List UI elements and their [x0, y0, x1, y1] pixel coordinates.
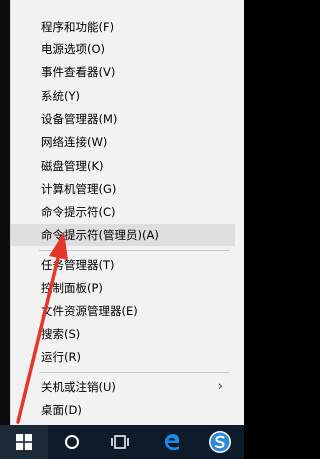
menu-separator [39, 250, 229, 251]
task-view-button[interactable] [96, 425, 144, 459]
menu-item-shutdown-signout[interactable]: 关机或注销(U) › [11, 376, 235, 398]
menu-item-device-manager[interactable]: 设备管理器(M) [11, 108, 235, 130]
menu-item-run[interactable]: 运行(R) [11, 346, 235, 368]
menu-item-disk-management[interactable]: 磁盘管理(K) [11, 155, 235, 177]
menu-item-file-explorer[interactable]: 文件资源管理器(E) [11, 300, 235, 322]
desktop-edge [0, 0, 10, 425]
menu-item-task-manager[interactable]: 任务管理器(T) [11, 254, 235, 276]
chevron-right-icon: › [217, 379, 223, 394]
menu-item-network-connections[interactable]: 网络连接(W) [11, 131, 235, 153]
menu-item-system[interactable]: 系统(Y) [11, 85, 235, 107]
windows-logo-icon [16, 434, 32, 450]
menu-item-power-options[interactable]: 电源选项(O) [11, 38, 235, 60]
start-button[interactable] [0, 425, 48, 459]
menu-item-command-prompt[interactable]: 命令提示符(C) [11, 201, 235, 223]
menu-item-event-viewer[interactable]: 事件查看器(V) [11, 61, 235, 83]
cortana-button[interactable] [48, 425, 96, 459]
menu-item-programs-features[interactable]: 程序和功能(F) [11, 16, 235, 38]
menu-item-command-prompt-admin[interactable]: 命令提示符(管理员)(A) [11, 224, 235, 246]
cortana-circle-icon [65, 435, 79, 449]
menu-item-label: 关机或注销(U) [41, 380, 116, 394]
menu-separator [39, 372, 229, 373]
taskbar [0, 425, 244, 459]
menu-item-search[interactable]: 搜索(S) [11, 323, 235, 345]
edge-browser-icon [165, 434, 180, 451]
edge-browser-button[interactable] [148, 425, 196, 459]
sogou-search-icon [209, 431, 231, 453]
sogou-button[interactable] [196, 425, 244, 459]
menu-item-computer-management[interactable]: 计算机管理(G) [11, 178, 235, 200]
win-x-context-menu: 程序和功能(F) 电源选项(O) 事件查看器(V) 系统(Y) 设备管理器(M)… [10, 0, 244, 425]
task-view-icon [111, 435, 129, 449]
menu-item-desktop[interactable]: 桌面(D) [11, 399, 235, 421]
menu-item-control-panel[interactable]: 控制面板(P) [11, 277, 235, 299]
